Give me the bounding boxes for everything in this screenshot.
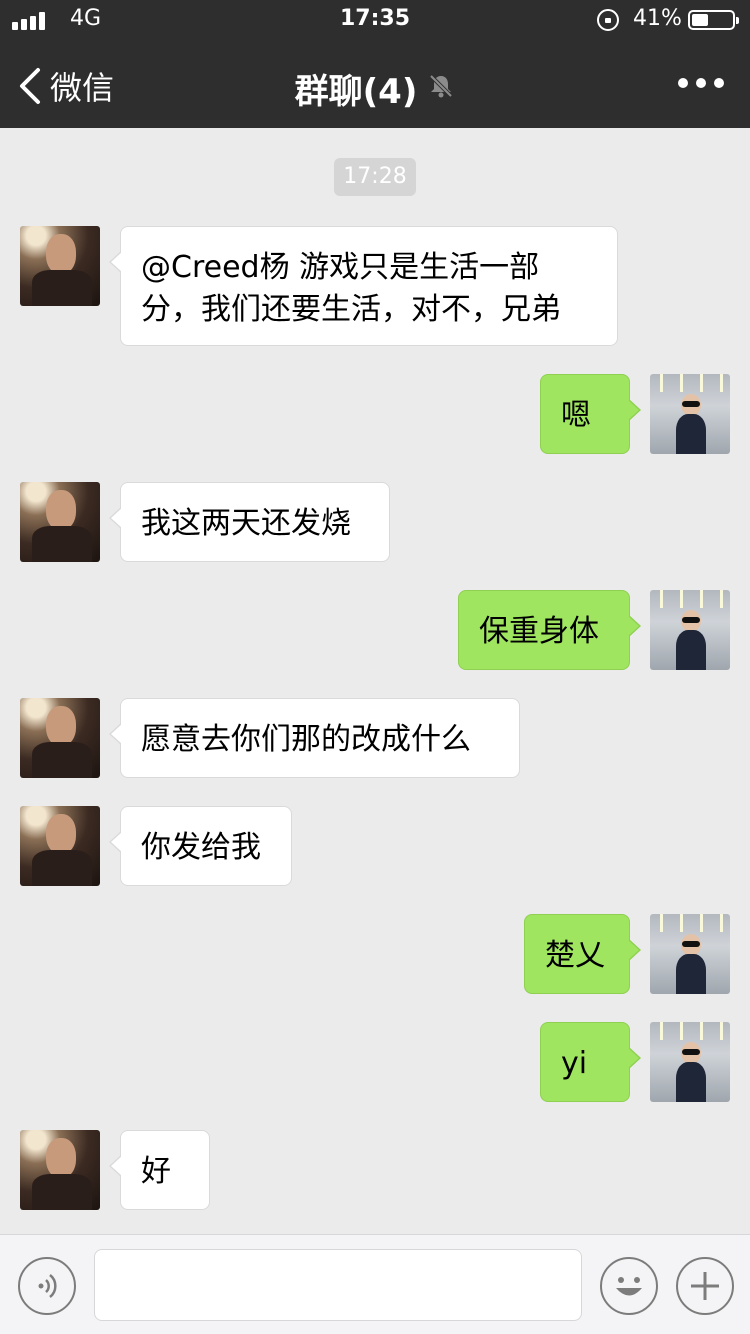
incoming-message-bubble[interactable]: 好 [109,1130,210,1210]
more-functions-button[interactable] [676,1257,734,1315]
more-dot-icon [714,78,724,88]
my-avatar[interactable] [650,914,730,994]
battery-icon [688,10,739,30]
chat-timestamp: 17:28 [334,158,416,196]
sender-avatar[interactable] [20,806,100,886]
rotation-lock-icon [597,9,619,31]
message-input[interactable] [94,1249,582,1321]
more-dot-icon [696,78,706,88]
chat-title-container: 群聊(4) [0,64,750,113]
status-bar: 4G 17:35 41% [0,0,750,40]
emoji-button[interactable] [600,1257,658,1315]
sender-avatar[interactable] [20,698,100,778]
outgoing-message-bubble[interactable]: 保重身体 [458,590,641,670]
message-text: yi [561,1046,588,1081]
sender-avatar[interactable] [20,1130,100,1210]
message-text: 你发给我 [141,830,261,865]
incoming-message-bubble[interactable]: 我这两天还发烧 [109,482,390,562]
my-avatar[interactable] [650,1022,730,1102]
voice-button[interactable] [18,1257,76,1315]
message-text: 保重身体 [479,614,599,649]
incoming-message-bubble[interactable]: 你发给我 [109,806,292,886]
message-text: 愿意去你们那的改成什么 [141,722,471,757]
voice-icon [38,1274,57,1298]
message-text: 我这两天还发烧 [141,506,351,541]
message-text: @Creed杨 游戏只是生活一部 分，我们还要生活，对不，兄弟 [141,250,561,327]
outgoing-message-bubble[interactable]: 楚乂 [524,914,641,994]
more-options-button[interactable] [678,78,724,88]
chat-title: 群聊(4) [294,72,418,112]
more-dot-icon [678,78,688,88]
input-bar [0,1234,750,1334]
mute-bell-icon [427,69,455,109]
outgoing-message-bubble[interactable]: 嗯 [540,374,641,454]
battery-fill [692,14,708,26]
message-text: 嗯 [561,398,591,433]
outgoing-message-bubble[interactable]: yi [540,1022,641,1102]
message-text: 好 [141,1154,171,1189]
plus-icon [691,1272,719,1300]
emoji-icon [616,1277,642,1296]
incoming-message-bubble[interactable]: 愿意去你们那的改成什么 [109,698,520,778]
sender-avatar[interactable] [20,482,100,562]
top-bar: 4G 17:35 41% 微信 群聊(4) [0,0,750,128]
my-avatar[interactable] [650,374,730,454]
sender-avatar[interactable] [20,226,100,306]
my-avatar[interactable] [650,590,730,670]
message-text: 楚乂 [545,938,605,973]
nav-bar: 微信 群聊(4) [0,44,750,128]
battery-percent: 41% [633,6,682,31]
incoming-message-bubble[interactable]: @Creed杨 游戏只是生活一部 分，我们还要生活，对不，兄弟 [109,226,618,346]
